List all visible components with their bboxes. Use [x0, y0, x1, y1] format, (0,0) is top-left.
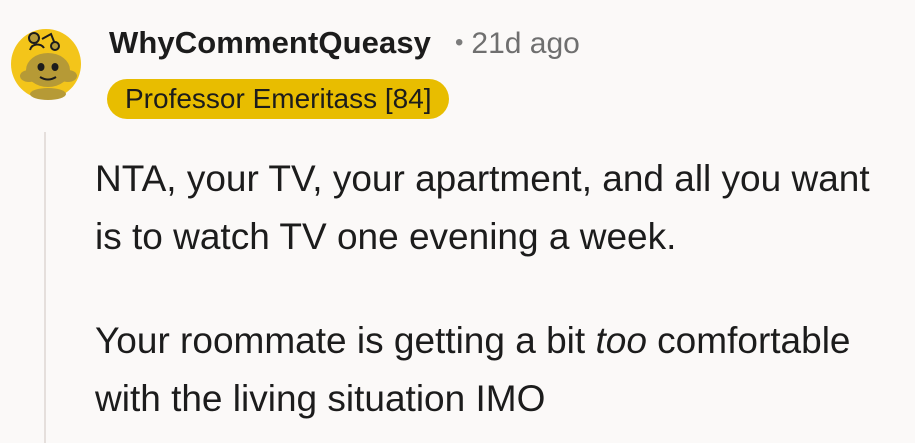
comment-paragraph-2: Your roommate is getting a bit too comfo…: [95, 312, 905, 428]
thread-line[interactable]: [44, 132, 46, 443]
user-flair: Professor Emeritass [84]: [107, 79, 449, 119]
user-avatar-icon[interactable]: [10, 12, 82, 102]
emphasized-word: too: [595, 320, 647, 361]
comment-text-before-emphasis: Your roommate is getting a bit: [95, 320, 596, 361]
comment-paragraph-1: NTA, your TV, your apartment, and all yo…: [95, 158, 870, 257]
comment-timestamp[interactable]: 21d ago: [471, 27, 579, 61]
metadata-separator: •: [455, 29, 464, 56]
reddit-comment: WhyCommentQueasy • 21d ago Professor Eme…: [0, 0, 915, 443]
comment-body: NTA, your TV, your apartment, and all yo…: [95, 150, 905, 428]
comment-header: WhyCommentQueasy • 21d ago: [109, 25, 580, 65]
username-link[interactable]: WhyCommentQueasy: [109, 25, 431, 61]
